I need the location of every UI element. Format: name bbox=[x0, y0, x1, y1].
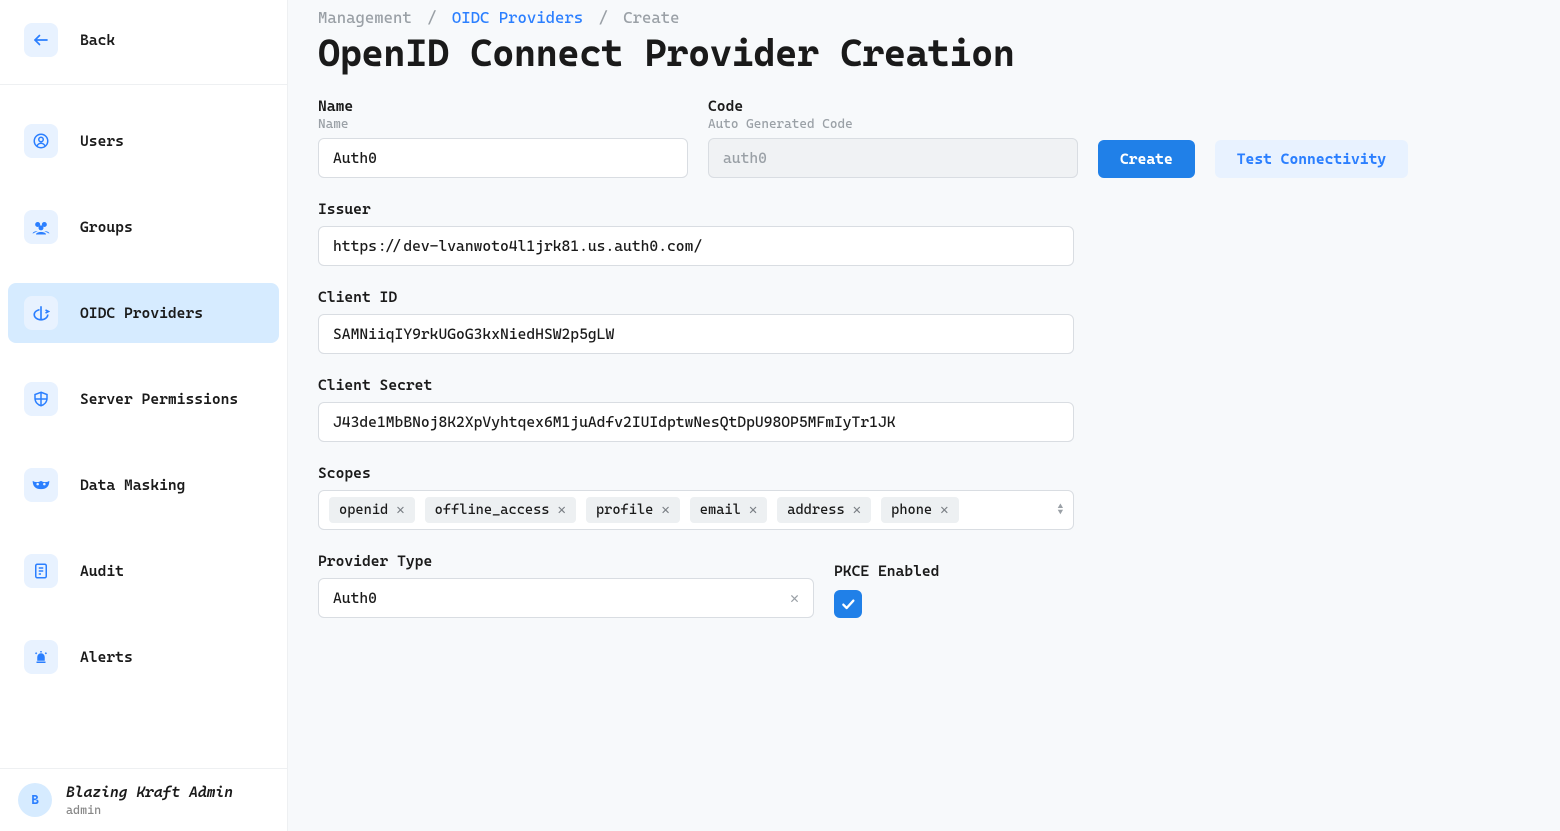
scope-tag-label: email bbox=[700, 502, 741, 518]
scope-tag: address ✕ bbox=[777, 497, 871, 523]
breadcrumb-management[interactable]: Management bbox=[318, 8, 412, 27]
sidebar-item-label: Audit bbox=[80, 562, 124, 580]
scopes-label: Scopes bbox=[318, 464, 1074, 482]
scope-tag-label: phone bbox=[891, 502, 932, 518]
oidc-icon bbox=[24, 296, 58, 330]
provider-type-value: Auth0 bbox=[333, 589, 377, 607]
name-sublabel: Name bbox=[318, 117, 688, 132]
scope-tag: email ✕ bbox=[690, 497, 767, 523]
provider-type-select[interactable]: Auth0 ✕ bbox=[318, 578, 814, 618]
avatar: B bbox=[18, 783, 52, 817]
scope-tag: openid ✕ bbox=[329, 497, 415, 523]
client-secret-input[interactable] bbox=[318, 402, 1074, 442]
back-arrow-icon bbox=[24, 23, 58, 57]
breadcrumb: Management / OIDC Providers / Create bbox=[318, 8, 1530, 27]
scopes-input[interactable]: openid✕offline_access✕profile✕email✕addr… bbox=[318, 490, 1074, 530]
nav-divider bbox=[0, 84, 287, 85]
scope-tag: offline_access ✕ bbox=[425, 497, 576, 523]
page-title: OpenID Connect Provider Creation bbox=[318, 31, 1530, 75]
sidebar-item-server-permissions[interactable]: Server Permissions bbox=[8, 369, 279, 429]
remove-tag-icon[interactable]: ✕ bbox=[853, 502, 861, 518]
remove-tag-icon[interactable]: ✕ bbox=[558, 502, 566, 518]
sidebar-item-users[interactable]: Users bbox=[8, 111, 279, 171]
main-content: Management / OIDC Providers / Create Ope… bbox=[288, 0, 1560, 831]
scope-tag-label: address bbox=[787, 502, 844, 518]
issuer-label: Issuer bbox=[318, 200, 1074, 218]
issuer-input[interactable] bbox=[318, 226, 1074, 266]
sidebar-item-oidc-providers[interactable]: OIDC Providers bbox=[8, 283, 279, 343]
remove-tag-icon[interactable]: ✕ bbox=[940, 502, 948, 518]
remove-tag-icon[interactable]: ✕ bbox=[396, 502, 404, 518]
sidebar-item-label: Alerts bbox=[80, 648, 133, 666]
remove-tag-icon[interactable]: ✕ bbox=[661, 502, 669, 518]
sidebar-item-label: Data Masking bbox=[80, 476, 185, 494]
user-name: Blazing Kraft Admin bbox=[66, 783, 233, 801]
back-label: Back bbox=[80, 31, 115, 49]
create-button[interactable]: Create bbox=[1098, 140, 1195, 178]
scope-tag: phone ✕ bbox=[881, 497, 958, 523]
code-sublabel: Auto Generated Code bbox=[708, 117, 1078, 132]
sidebar-item-audit[interactable]: Audit bbox=[8, 541, 279, 601]
scope-tag-label: openid bbox=[339, 502, 388, 518]
code-label: Code bbox=[708, 97, 1078, 115]
sidebar-item-label: Server Permissions bbox=[80, 390, 238, 408]
breadcrumb-oidc-providers[interactable]: OIDC Providers bbox=[452, 8, 583, 27]
sidebar-item-groups[interactable]: Groups bbox=[8, 197, 279, 257]
user-footer[interactable]: B Blazing Kraft Admin admin bbox=[0, 768, 287, 831]
remove-tag-icon[interactable]: ✕ bbox=[749, 502, 757, 518]
pkce-label: PKCE Enabled bbox=[834, 562, 939, 580]
mask-icon bbox=[24, 468, 58, 502]
pkce-checkbox[interactable] bbox=[834, 590, 862, 618]
sidebar-item-data-masking[interactable]: Data Masking bbox=[8, 455, 279, 515]
shield-icon bbox=[24, 382, 58, 416]
group-icon bbox=[24, 210, 58, 244]
sidebar-item-label: Groups bbox=[80, 218, 133, 236]
scope-tag: profile ✕ bbox=[586, 497, 680, 523]
test-connectivity-button[interactable]: Test Connectivity bbox=[1215, 140, 1408, 178]
chevron-updown-icon[interactable]: ▲▼ bbox=[1058, 504, 1063, 516]
name-label: Name bbox=[318, 97, 688, 115]
breadcrumb-create: Create bbox=[623, 8, 679, 27]
name-input[interactable] bbox=[318, 138, 688, 178]
sidebar: Back Users Groups OIDC Providers bbox=[0, 0, 288, 831]
clear-icon[interactable]: ✕ bbox=[790, 589, 799, 607]
back-button[interactable]: Back bbox=[8, 10, 279, 70]
provider-type-label: Provider Type bbox=[318, 552, 814, 570]
sidebar-item-label: Users bbox=[80, 132, 124, 150]
sidebar-item-alerts[interactable]: Alerts bbox=[8, 627, 279, 687]
sidebar-item-label: OIDC Providers bbox=[80, 304, 203, 322]
client-id-input[interactable] bbox=[318, 314, 1074, 354]
code-input bbox=[708, 138, 1078, 178]
alert-icon bbox=[24, 640, 58, 674]
client-id-label: Client ID bbox=[318, 288, 1074, 306]
scope-tag-label: profile bbox=[596, 502, 653, 518]
audit-icon bbox=[24, 554, 58, 588]
client-secret-label: Client Secret bbox=[318, 376, 1074, 394]
user-role: admin bbox=[66, 803, 233, 817]
user-icon bbox=[24, 124, 58, 158]
scope-tag-label: offline_access bbox=[435, 502, 550, 518]
